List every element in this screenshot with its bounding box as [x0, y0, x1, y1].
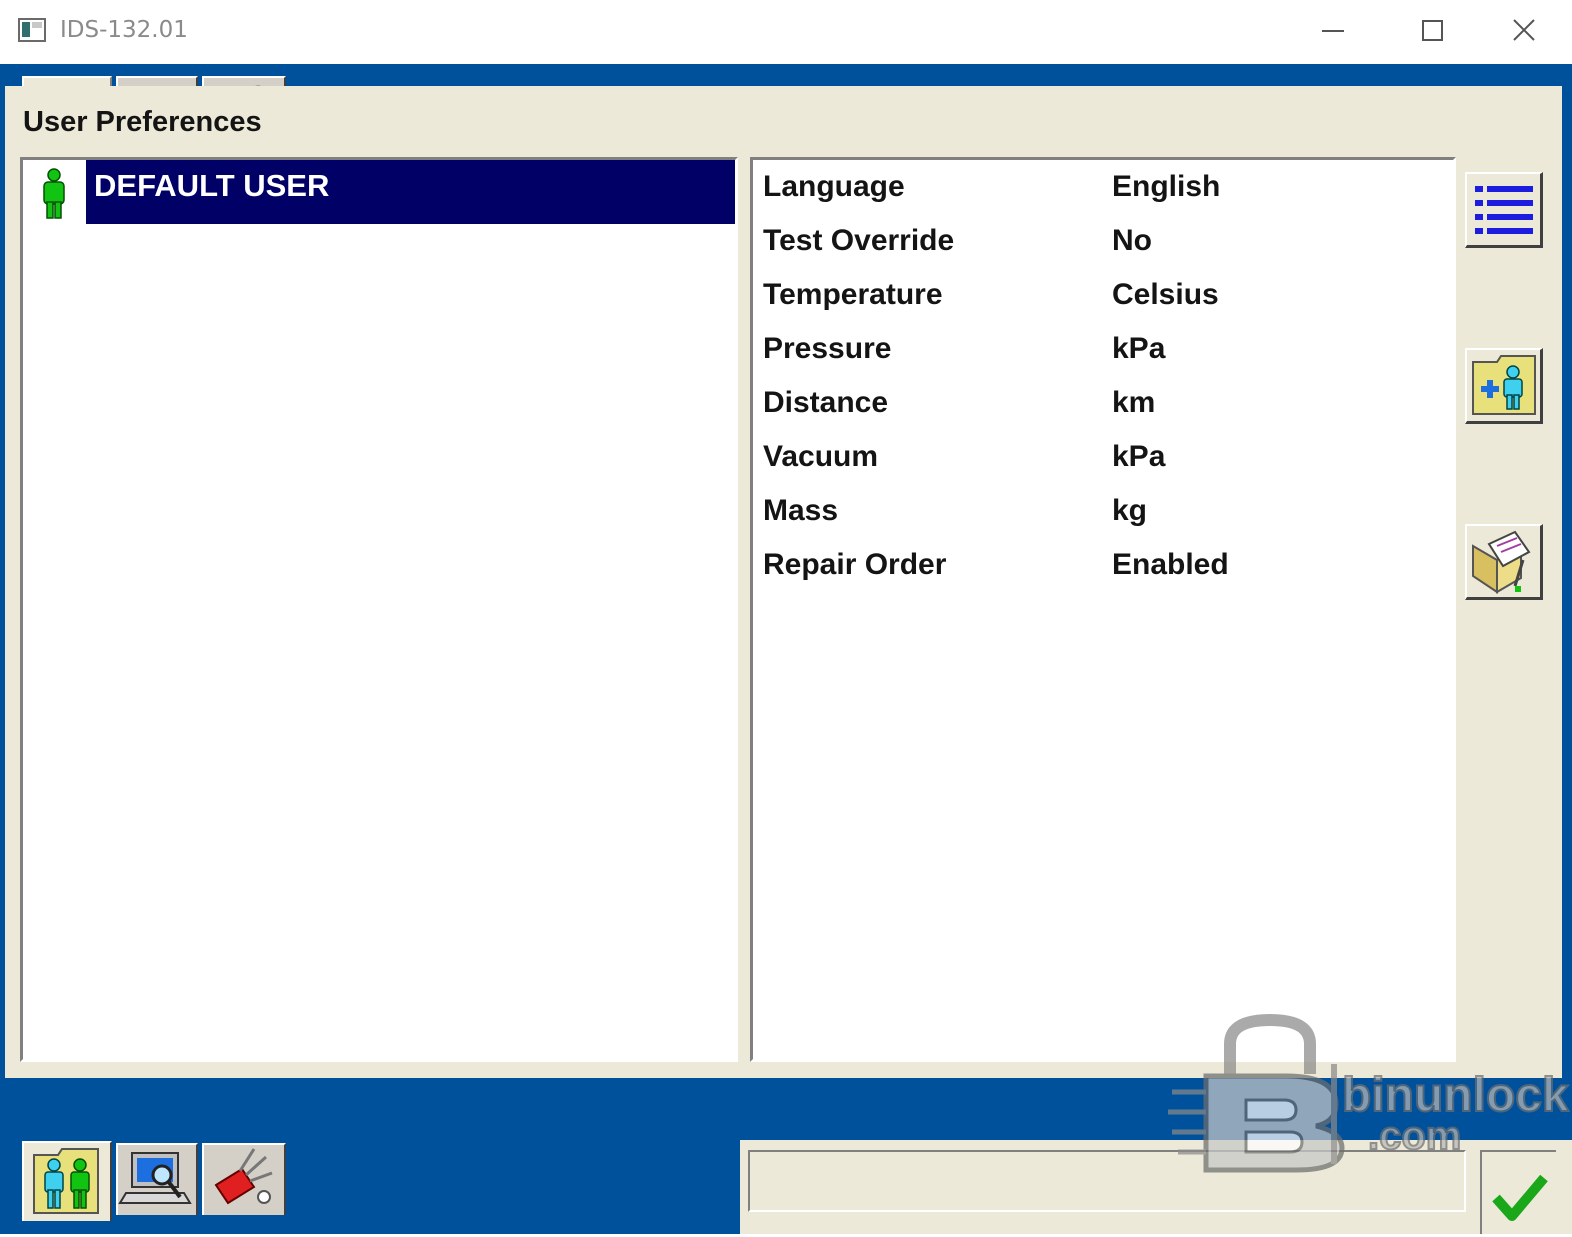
pref-row-repair-order: Repair Order Enabled: [763, 548, 1443, 598]
users-icon: [33, 1148, 99, 1214]
close-icon[interactable]: [1504, 14, 1544, 48]
pref-label: Language: [763, 170, 905, 203]
edit-preferences-button[interactable]: [1465, 524, 1543, 600]
pref-value: kPa: [1112, 440, 1166, 473]
list-item[interactable]: DEFAULT USER: [23, 160, 735, 226]
tab-users[interactable]: [22, 1141, 112, 1221]
user-name: DEFAULT USER: [94, 168, 330, 203]
pref-label: Vacuum: [763, 440, 879, 473]
pref-row-pressure: Pressure kPa: [763, 332, 1443, 382]
computer-search-icon: [118, 1152, 192, 1204]
user-list[interactable]: DEFAULT USER: [20, 157, 738, 1062]
pref-value: km: [1112, 386, 1156, 419]
pref-value: Celsius: [1112, 278, 1219, 311]
preferences-panel: Language English Test Override No Temper…: [750, 157, 1456, 1062]
pref-row-vacuum: Vacuum kPa: [763, 440, 1443, 490]
edit-folder-icon: [1472, 530, 1531, 594]
window-title: IDS-132.01: [60, 17, 188, 43]
pref-row-temperature: Temperature Celsius: [763, 278, 1443, 328]
pref-label: Repair Order: [763, 548, 947, 581]
maximize-icon[interactable]: [1412, 14, 1452, 48]
list-button[interactable]: [1465, 172, 1543, 248]
pref-value: kPa: [1112, 332, 1166, 365]
pref-row-test-override: Test Override No: [763, 224, 1443, 274]
main-panel: User Preferences DEFAULT USER Language E…: [5, 86, 1562, 1078]
swiss-knife-icon: [214, 1148, 273, 1205]
watermark: binunlock .com: [1166, 1013, 1570, 1174]
tab-computer[interactable]: [116, 1143, 198, 1215]
user-icon: [43, 168, 65, 219]
pref-label: Pressure: [763, 332, 892, 365]
pref-value: No: [1112, 224, 1152, 257]
watermark-text-domain: .com: [1367, 1113, 1462, 1159]
minimize-icon[interactable]: [1313, 14, 1353, 48]
app-icon: [18, 18, 46, 42]
pref-label: Test Override: [763, 224, 955, 257]
add-user-icon: [1472, 355, 1536, 415]
title-bar: IDS-132.01: [0, 0, 1572, 64]
pref-label: Mass: [763, 494, 839, 527]
pref-value: Enabled: [1112, 548, 1229, 581]
pref-value: English: [1112, 170, 1221, 203]
pref-row-mass: Mass kg: [763, 494, 1443, 544]
tab-tools[interactable]: [202, 1143, 286, 1215]
selected-user-highlight[interactable]: DEFAULT USER: [86, 160, 735, 224]
pref-label: Temperature: [763, 278, 943, 311]
list-icon: [1475, 186, 1533, 234]
add-user-button[interactable]: [1465, 348, 1543, 424]
pref-row-language: Language English: [763, 170, 1443, 220]
page-title: User Preferences: [23, 106, 262, 138]
pref-value: kg: [1112, 494, 1148, 527]
pref-row-distance: Distance km: [763, 386, 1443, 436]
pref-label: Distance: [763, 386, 889, 419]
